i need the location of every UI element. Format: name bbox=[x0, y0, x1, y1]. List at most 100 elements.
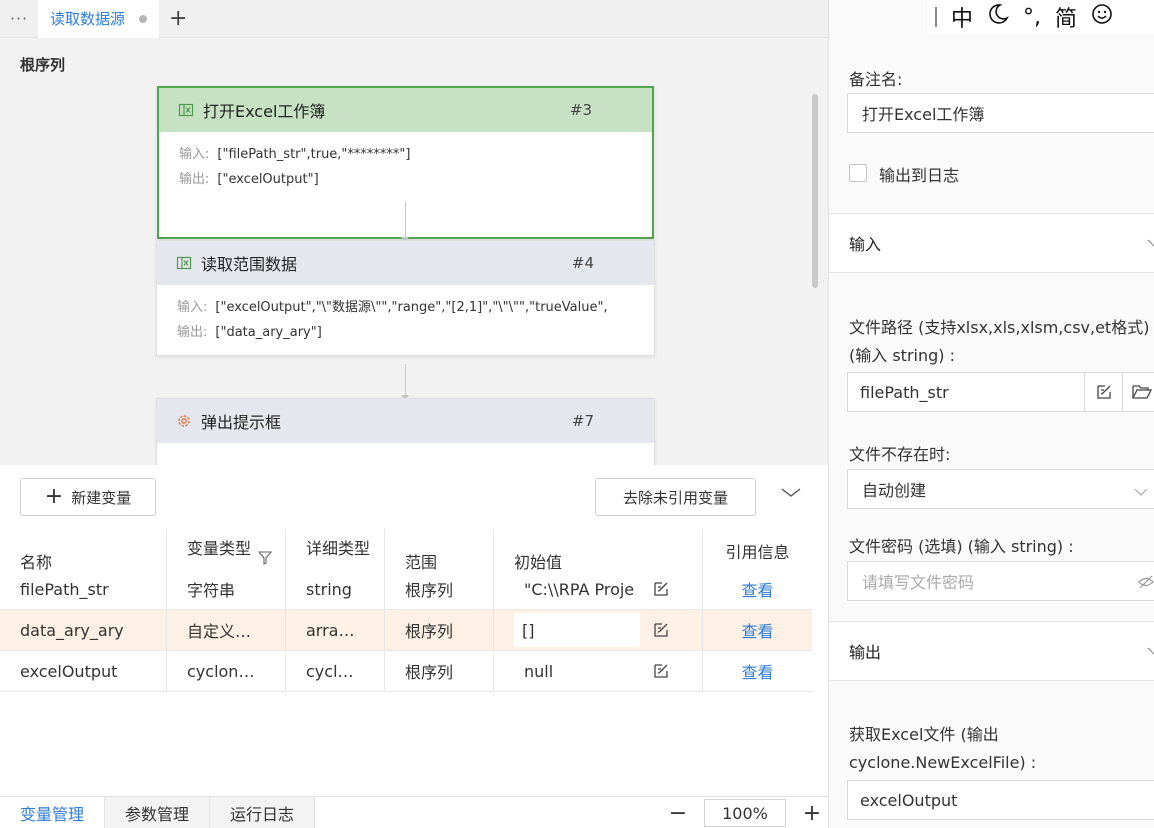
tab-read-datasource[interactable]: 读取数据源 bbox=[38, 0, 160, 38]
log-output-label: 输出到日志 bbox=[879, 166, 960, 185]
col-scope: 范围 bbox=[385, 529, 494, 572]
input-label: 输入: bbox=[179, 147, 210, 162]
table-header: 名称 变量类型 详细类型 范围 初始值 引用信息 bbox=[0, 529, 812, 572]
filepath-input[interactable]: filePath_str bbox=[847, 372, 1154, 412]
col-initial-value: 初始值 bbox=[494, 529, 703, 572]
folder-open-icon[interactable] bbox=[1122, 373, 1154, 411]
tab-run-log[interactable]: 运行日志 bbox=[210, 797, 316, 828]
edit-icon[interactable] bbox=[652, 610, 670, 650]
output-value: ["excelOutput"] bbox=[217, 172, 319, 187]
output-label: 输出: bbox=[177, 325, 208, 340]
chevron-down-icon[interactable] bbox=[1147, 642, 1154, 661]
cell-name: data_ary_ary bbox=[0, 610, 167, 650]
ime-simplified[interactable]: 简 bbox=[1055, 1, 1077, 33]
excel-icon bbox=[175, 254, 193, 272]
password-input[interactable]: 请填写文件密码 bbox=[847, 561, 1154, 601]
col-name: 名称 bbox=[0, 529, 167, 572]
get-excel-output-input[interactable]: excelOutput bbox=[847, 780, 1154, 820]
tab-parameter-management[interactable]: 参数管理 bbox=[105, 797, 211, 828]
ime-punctuation[interactable]: °, bbox=[1023, 5, 1041, 30]
cell-name: filePath_str bbox=[0, 569, 167, 609]
new-variable-label: 新建变量 bbox=[71, 488, 132, 507]
properties-panel: 中 °, 简 备注名: 打开Excel工作簿 输出到日志 输入 文件路径 (支持… bbox=[828, 0, 1154, 828]
node-header: 弹出提示框 #7 bbox=[157, 399, 654, 443]
filepath-label: 文件路径 (支持xlsx,xls,xlsm,csv,et格式) (输入 stri… bbox=[849, 318, 1150, 365]
view-reference-link[interactable]: 查看 bbox=[703, 569, 812, 609]
initial-value-input[interactable]: [] bbox=[514, 613, 640, 647]
ime-toolbar[interactable]: 中 °, 简 bbox=[927, 0, 1154, 34]
new-variable-button[interactable]: + 新建变量 bbox=[20, 478, 156, 516]
bottom-tab-bar: 变量管理 参数管理 运行日志 − 100% + bbox=[0, 796, 828, 828]
input-value: ["filePath_str",true,"********"] bbox=[217, 147, 411, 162]
edit-icon[interactable] bbox=[1084, 373, 1122, 411]
view-reference-link[interactable]: 查看 bbox=[703, 610, 812, 650]
cell-scope[interactable]: 根序列 bbox=[385, 569, 494, 609]
password-label: 文件密码 (选填) (输入 string) : bbox=[849, 537, 1074, 556]
more-tabs-button[interactable]: ··· bbox=[0, 9, 38, 28]
log-output-checkbox[interactable] bbox=[849, 164, 867, 182]
chevron-down-icon bbox=[1134, 482, 1148, 501]
input-value: ["excelOutput","\"数据源\"","range","[2,1]"… bbox=[215, 300, 608, 315]
flow-connector bbox=[401, 202, 409, 242]
flow-node-read-range[interactable]: 读取范围数据 #4 输入: ["excelOutput","\"数据源\"","r… bbox=[156, 240, 655, 356]
output-section-title: 输出 bbox=[849, 643, 882, 662]
eye-off-icon[interactable] bbox=[1138, 574, 1154, 594]
node-number: #4 bbox=[571, 254, 594, 272]
tab-title: 读取数据源 bbox=[50, 10, 126, 28]
cell-detail[interactable]: cycl… bbox=[286, 651, 385, 691]
cell-type[interactable]: cyclon… bbox=[167, 651, 286, 691]
collapse-chevron-icon[interactable] bbox=[780, 487, 802, 505]
breadcrumb: 根序列 bbox=[20, 56, 66, 74]
node-title: 读取范围数据 bbox=[201, 255, 298, 274]
cell-scope[interactable]: 根序列 bbox=[385, 651, 494, 691]
remark-label: 备注名: bbox=[849, 70, 903, 89]
cell-initial-value[interactable]: [] bbox=[494, 610, 703, 650]
input-section-title: 输入 bbox=[849, 235, 882, 254]
cell-type[interactable]: 字符串 bbox=[167, 569, 286, 609]
remove-unused-variables-button[interactable]: 去除未引用变量 bbox=[595, 478, 756, 516]
moon-icon[interactable] bbox=[987, 3, 1009, 31]
cell-type[interactable]: 自定义… bbox=[167, 610, 286, 650]
flow-connector bbox=[401, 364, 409, 400]
zoom-out-button[interactable]: − bbox=[662, 801, 694, 826]
cell-name: excelOutput bbox=[0, 651, 167, 691]
table-row[interactable]: filePath_str 字符串 string 根序列 "C:\\RPA Pro… bbox=[0, 569, 812, 610]
zoom-in-button[interactable]: + bbox=[796, 801, 828, 826]
cell-initial-value[interactable]: "C:\\RPA Proje bbox=[494, 569, 703, 609]
tab-variable-management[interactable]: 变量管理 bbox=[0, 797, 106, 828]
input-section-header[interactable]: 输入 bbox=[829, 213, 1154, 273]
tab-bar: ··· 读取数据源 + bbox=[0, 0, 828, 38]
cell-detail[interactable]: arra… bbox=[286, 610, 385, 650]
plus-icon: + bbox=[44, 484, 64, 509]
table-row[interactable]: excelOutput cyclon… cycl… 根序列 null 查看 bbox=[0, 651, 812, 692]
gear-icon bbox=[175, 412, 193, 430]
filter-icon[interactable] bbox=[257, 551, 273, 569]
add-tab-button[interactable]: + bbox=[169, 6, 187, 31]
cell-detail[interactable]: string bbox=[286, 569, 385, 609]
view-reference-link[interactable]: 查看 bbox=[703, 651, 812, 691]
node-number: #7 bbox=[571, 412, 594, 430]
not-exist-select[interactable]: 自动创建 bbox=[847, 469, 1154, 509]
remark-input[interactable]: 打开Excel工作簿 bbox=[847, 93, 1154, 133]
output-value: ["data_ary_ary"] bbox=[215, 325, 322, 340]
edit-icon[interactable] bbox=[652, 569, 670, 609]
unsaved-dot-icon[interactable] bbox=[139, 14, 148, 23]
ime-separator bbox=[935, 7, 937, 27]
table-row[interactable]: data_ary_ary 自定义… arra… 根序列 [] 查看 bbox=[0, 610, 812, 651]
zoom-level[interactable]: 100% bbox=[704, 799, 786, 827]
chevron-down-icon[interactable] bbox=[1147, 234, 1154, 253]
output-section-header[interactable]: 输出 bbox=[829, 621, 1154, 681]
output-label: 输出: bbox=[179, 172, 210, 187]
cell-initial-value[interactable]: null bbox=[494, 651, 703, 691]
edit-icon[interactable] bbox=[652, 651, 670, 691]
ime-chinese-mode[interactable]: 中 bbox=[951, 1, 973, 33]
cell-scope[interactable]: 根序列 bbox=[385, 610, 494, 650]
flow-node-popup[interactable]: 弹出提示框 #7 bbox=[156, 398, 655, 465]
smiley-icon[interactable] bbox=[1091, 3, 1113, 31]
variable-table: 名称 变量类型 详细类型 范围 初始值 引用信息 filePath_str 字符… bbox=[0, 529, 812, 692]
canvas-scrollbar[interactable] bbox=[812, 94, 818, 288]
input-label: 输入: bbox=[177, 300, 208, 315]
node-title: 打开Excel工作簿 bbox=[203, 102, 326, 121]
flow-canvas[interactable]: 根序列 打开Excel工作簿 #3 输入: ["filePath_str",tru… bbox=[0, 38, 828, 465]
excel-icon bbox=[177, 101, 195, 119]
